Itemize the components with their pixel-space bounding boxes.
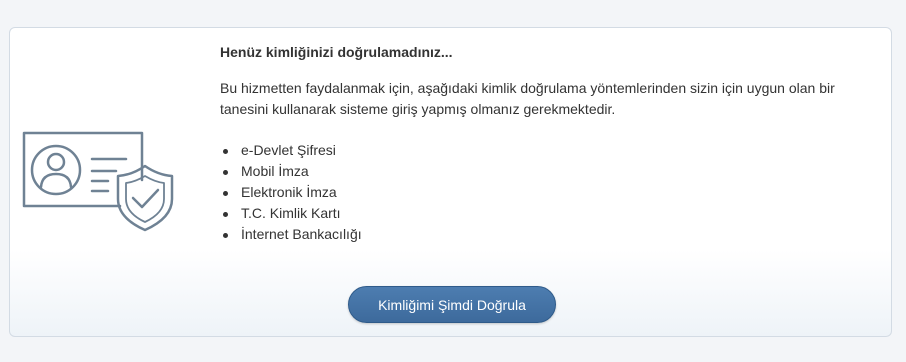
notice-title: Henüz kimliğinizi doğrulamadınız... bbox=[220, 44, 453, 60]
notice-description: Bu hizmetten faydalanmak için, aşağıdaki… bbox=[220, 80, 835, 117]
id-card-shield-icon bbox=[22, 131, 174, 232]
list-item: e-Devlet Şifresi bbox=[220, 140, 885, 161]
identity-verification-card: Henüz kimliğinizi doğrulamadınız... Bu h… bbox=[9, 27, 892, 337]
list-item: T.C. Kimlik Kartı bbox=[220, 203, 885, 224]
verify-identity-button[interactable]: Kimliğimi Şimdi Doğrula bbox=[348, 286, 556, 323]
list-item: Elektronik İmza bbox=[220, 182, 885, 203]
verification-methods-list: e-Devlet Şifresi Mobil İmza Elektronik İ… bbox=[220, 140, 885, 245]
notice-content: Henüz kimliğinizi doğrulamadınız... Bu h… bbox=[220, 44, 885, 245]
list-item: İnternet Bankacılığı bbox=[220, 224, 885, 245]
list-item: Mobil İmza bbox=[220, 161, 885, 182]
